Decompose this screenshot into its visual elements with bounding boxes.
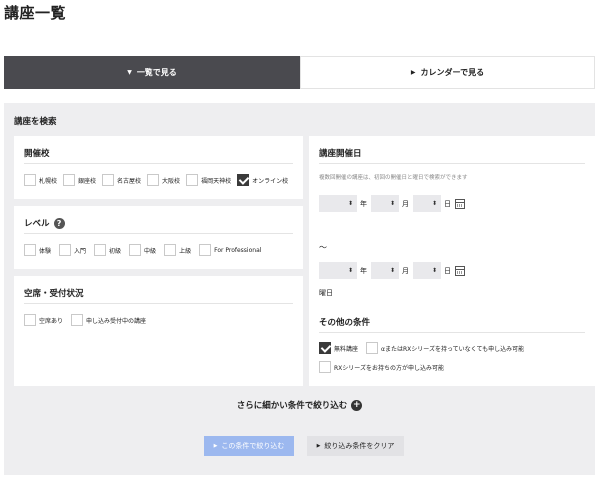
campus-checkbox-fukuoka[interactable]: 福岡天神校 xyxy=(186,174,231,186)
level-options: 体験 入門 初級 中級 上級 For Professional xyxy=(24,244,267,256)
checkbox-box-checked[interactable] xyxy=(237,174,250,186)
date-to-row: ⬍ 年 ⬍ 月 ⬍ 日 xyxy=(319,262,465,279)
weekday-title-row: 曜日 xyxy=(319,288,333,298)
year-unit: 年 xyxy=(360,266,367,275)
clear-filter-button[interactable]: ▶ 絞り込み条件をクリア xyxy=(307,436,404,456)
availability-card: 空席・受付状況 空席あり 申し込み受付中の講座 xyxy=(14,276,303,386)
weekday-title: 曜日 xyxy=(319,289,333,297)
campus-card: 開催校 札幌校 銀座校 名古屋校 大阪校 福岡天神校 オンライン校 xyxy=(14,136,303,199)
checkbox-box-checked[interactable] xyxy=(319,342,331,354)
checkbox-box[interactable] xyxy=(63,174,76,186)
level-checkbox-beginner[interactable]: 初級 xyxy=(94,244,121,256)
divider xyxy=(24,233,293,234)
campus-checkbox-sapporo[interactable]: 札幌校 xyxy=(24,174,57,186)
search-panel: 講座を検索 開催校 札幌校 銀座校 名古屋校 大阪校 福岡天神校 オンライン校 … xyxy=(4,103,595,475)
month-unit: 月 xyxy=(402,266,409,275)
date-hint: 複数回開催の講座は、初回の開催日と曜日で検索ができます xyxy=(319,175,468,181)
question-circle-icon[interactable]: ? xyxy=(53,218,65,229)
checkbox-box[interactable] xyxy=(102,174,115,186)
date-from-row: ⬍ 年 ⬍ 月 ⬍ 日 xyxy=(319,195,465,212)
page-title: 講座一覧 xyxy=(4,4,67,22)
other-options-row-2: RXシリーズをお持ちの方が申し込み可能 xyxy=(319,361,450,373)
date-title: 講座開催日 xyxy=(319,149,362,159)
checkbox-box[interactable] xyxy=(71,314,84,326)
level-checkbox-intermediate[interactable]: 中級 xyxy=(129,244,156,256)
checkbox-box[interactable] xyxy=(129,244,142,256)
level-checkbox-intro[interactable]: 入門 xyxy=(59,244,86,256)
other-card: その他の条件 無料講座 αまたはRXシリーズを持っていなくても申し込み可能 RX… xyxy=(309,305,595,386)
from-day-select[interactable]: ⬍ xyxy=(413,195,441,212)
divider xyxy=(24,163,293,164)
campus-checkbox-nagoya[interactable]: 名古屋校 xyxy=(102,174,141,186)
campus-checkbox-ginza[interactable]: 銀座校 xyxy=(63,174,96,186)
apply-filter-label: この条件で絞り込む xyxy=(221,442,285,450)
triangle-right-icon: ▶ xyxy=(213,443,218,449)
tab-list-view[interactable]: ▼ 一覧で見る xyxy=(4,56,300,89)
from-month-select[interactable]: ⬍ xyxy=(371,195,399,212)
calendar-icon[interactable] xyxy=(455,265,465,276)
day-unit: 日 xyxy=(444,266,451,275)
level-title: レベル? xyxy=(24,217,65,229)
availability-checkbox-vacant[interactable]: 空席あり xyxy=(24,314,63,326)
to-day-select[interactable]: ⬍ xyxy=(413,262,441,279)
checkbox-box[interactable] xyxy=(164,244,177,256)
from-year-select[interactable]: ⬍ xyxy=(319,195,357,212)
campus-title: 開催校 xyxy=(24,149,50,159)
checkbox-box[interactable] xyxy=(94,244,107,256)
other-title: その他の条件 xyxy=(319,318,371,328)
triangle-right-icon: ▶ xyxy=(316,443,321,449)
triangle-down-icon: ▼ xyxy=(127,69,132,76)
checkbox-box[interactable] xyxy=(59,244,72,256)
availability-checkbox-accepting[interactable]: 申し込み受付中の講座 xyxy=(71,314,146,326)
level-checkbox-professional[interactable]: For Professional xyxy=(199,244,261,256)
checkbox-box[interactable] xyxy=(186,174,199,186)
date-card: 講座開催日 複数回開催の講座は、初回の開催日と曜日で検索ができます ⬍ 年 ⬍ 月 … xyxy=(309,136,595,300)
checkbox-box[interactable] xyxy=(24,244,36,256)
other-checkbox-no-camera-ok[interactable]: αまたはRXシリーズを持っていなくても申し込み可能 xyxy=(366,342,524,354)
other-options-row-1: 無料講座 αまたはRXシリーズを持っていなくても申し込み可能 xyxy=(319,342,530,354)
checkbox-box[interactable] xyxy=(366,342,379,354)
tab-list-view-label: 一覧で見る xyxy=(136,68,177,77)
other-checkbox-free[interactable]: 無料講座 xyxy=(319,342,358,354)
level-card: レベル? 体験 入門 初級 中級 上級 For Professional xyxy=(14,206,303,269)
year-unit: 年 xyxy=(360,199,367,208)
more-conditions-link[interactable]: さらに細かい条件で絞り込む + xyxy=(4,399,595,411)
campus-checkbox-osaka[interactable]: 大阪校 xyxy=(147,174,180,186)
to-month-select[interactable]: ⬍ xyxy=(371,262,399,279)
availability-title: 空席・受付状況 xyxy=(24,289,84,299)
divider xyxy=(24,303,293,304)
level-checkbox-advanced[interactable]: 上級 xyxy=(164,244,191,256)
plus-circle-icon: + xyxy=(351,400,363,411)
availability-options: 空席あり 申し込み受付中の講座 xyxy=(24,314,152,326)
date-range-tilde: ～ xyxy=(319,243,327,252)
checkbox-box[interactable] xyxy=(24,314,36,326)
checkbox-box[interactable] xyxy=(319,361,331,373)
month-unit: 月 xyxy=(402,199,409,208)
tab-calendar-view[interactable]: ▶ カレンダーで見る xyxy=(300,56,595,89)
triangle-right-icon: ▶ xyxy=(410,69,416,76)
campus-options: 札幌校 銀座校 名古屋校 大阪校 福岡天神校 オンライン校 xyxy=(24,174,294,186)
divider xyxy=(319,163,585,164)
level-checkbox-trial[interactable]: 体験 xyxy=(24,244,51,256)
checkbox-box[interactable] xyxy=(147,174,160,186)
apply-filter-button[interactable]: ▶ この条件で絞り込む xyxy=(204,436,294,456)
search-panel-title: 講座を検索 xyxy=(14,117,57,127)
day-unit: 日 xyxy=(444,199,451,208)
view-tabs: ▼ 一覧で見る ▶ カレンダーで見る xyxy=(4,56,595,89)
calendar-icon[interactable] xyxy=(455,198,465,209)
checkbox-box[interactable] xyxy=(199,244,212,256)
clear-filter-label: 絞り込み条件をクリア xyxy=(324,442,395,450)
tab-calendar-view-label: カレンダーで見る xyxy=(420,68,485,77)
level-title-text: レベル xyxy=(24,219,50,229)
campus-checkbox-online[interactable]: オンライン校 xyxy=(237,174,288,186)
more-conditions-label: さらに細かい条件で絞り込む xyxy=(236,401,348,411)
checkbox-box[interactable] xyxy=(24,174,36,186)
other-checkbox-rx-owner[interactable]: RXシリーズをお持ちの方が申し込み可能 xyxy=(319,361,444,373)
divider xyxy=(319,332,585,333)
to-year-select[interactable]: ⬍ xyxy=(319,262,357,279)
